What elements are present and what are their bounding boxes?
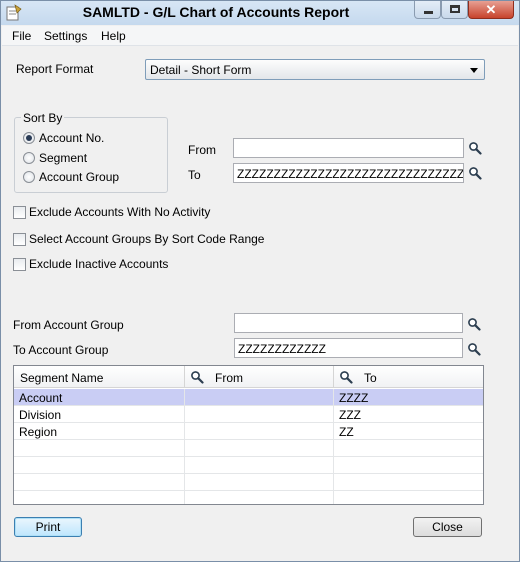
checkbox[interactable] (13, 233, 26, 246)
cell-segment-name[interactable]: Account (14, 389, 185, 406)
to-account-group-value: ZZZZZZZZZZZZ (238, 342, 326, 356)
radio-label: Account Group (39, 170, 120, 184)
radio-button[interactable] (23, 132, 35, 144)
radio-label: Segment (39, 151, 88, 165)
table-row[interactable]: Account ZZZZ (14, 389, 483, 406)
cell-from[interactable] (185, 423, 334, 440)
menu-bar: File Settings Help (2, 26, 518, 46)
column-header-label: Segment Name (20, 371, 104, 385)
table-row-empty (14, 474, 483, 491)
from-label: From (188, 143, 216, 157)
report-window: SAMLTD - G/L Chart of Accounts Report ✕ … (0, 0, 520, 562)
chevron-down-icon (470, 68, 478, 73)
menu-settings[interactable]: Settings (44, 29, 87, 43)
column-header-to[interactable]: To (334, 366, 483, 388)
maximize-button[interactable] (441, 1, 468, 19)
checkbox[interactable] (13, 258, 26, 271)
checkbox-label: Select Account Groups By Sort Code Range (29, 232, 265, 246)
cell-from[interactable] (185, 406, 334, 423)
table-row[interactable]: Division ZZZ (14, 406, 483, 423)
window-title: SAMLTD - G/L Chart of Accounts Report (82, 4, 350, 20)
close-icon: ✕ (485, 2, 497, 17)
magnifier-icon[interactable] (467, 317, 481, 331)
column-header-label: From (215, 371, 243, 385)
close-window-button[interactable]: ✕ (468, 1, 514, 19)
cell-text: ZZZZ (339, 391, 369, 405)
cell-text: ZZ (339, 425, 354, 439)
empty-cell (14, 440, 185, 457)
radio-button[interactable] (23, 152, 35, 164)
cell-text: Account (19, 391, 63, 405)
checkbox[interactable] (13, 206, 26, 219)
empty-cell (185, 474, 334, 491)
empty-cell (14, 474, 185, 491)
column-header-segment-name[interactable]: Segment Name (14, 366, 185, 388)
from-account-input[interactable] (233, 138, 464, 158)
to-account-value: ZZZZZZZZZZZZZZZZZZZZZZZZZZZZZZZZZZZZZZZZ… (237, 167, 464, 181)
magnifier-icon[interactable] (468, 141, 482, 155)
cell-text: Division (19, 408, 62, 422)
report-format-label: Report Format (16, 62, 94, 76)
table-row[interactable]: Region ZZ (14, 423, 483, 440)
magnifier-icon (340, 371, 353, 384)
checkbox-label: Exclude Accounts With No Activity (29, 205, 211, 219)
table-row-empty (14, 457, 483, 474)
table-row-empty (14, 440, 483, 457)
cell-text: ZZZ (339, 408, 361, 422)
from-account-group-label: From Account Group (13, 318, 124, 332)
magnifier-icon (191, 371, 204, 384)
magnifier-icon[interactable] (467, 342, 481, 356)
cell-from[interactable] (185, 389, 334, 406)
segment-grid[interactable]: Segment Name From To Account ZZZZ Divisi… (13, 365, 484, 505)
empty-cell (185, 457, 334, 474)
grid-header: Segment Name From To (14, 366, 483, 388)
cell-segment-name[interactable]: Region (14, 423, 185, 440)
to-account-group-label: To Account Group (13, 343, 109, 357)
title-bar[interactable]: SAMLTD - G/L Chart of Accounts Report ✕ (1, 1, 519, 25)
cell-segment-name[interactable]: Division (14, 406, 185, 423)
magnifier-icon[interactable] (468, 166, 482, 180)
minimize-icon (424, 11, 433, 14)
minimize-button[interactable] (414, 1, 441, 19)
cell-to[interactable]: ZZ (334, 423, 483, 440)
cell-to[interactable]: ZZZZ (334, 389, 483, 406)
print-button[interactable]: Print (14, 517, 82, 537)
menu-help[interactable]: Help (101, 29, 126, 43)
to-label: To (188, 168, 201, 182)
column-header-from[interactable]: From (185, 366, 334, 388)
cell-to[interactable]: ZZZ (334, 406, 483, 423)
menu-file[interactable]: File (12, 29, 31, 43)
empty-cell (185, 440, 334, 457)
close-button[interactable]: Close (413, 517, 482, 537)
empty-cell (14, 491, 185, 504)
sort-by-legend: Sort By (21, 111, 65, 125)
report-format-select[interactable]: Detail - Short Form (145, 59, 485, 80)
cell-text: Region (19, 425, 58, 439)
radio-button[interactable] (23, 171, 35, 183)
table-row-empty (14, 491, 483, 504)
maximize-icon (450, 5, 460, 13)
from-account-group-input[interactable] (234, 313, 463, 333)
radio-label: Account No. (39, 131, 105, 145)
column-header-label: To (364, 371, 377, 385)
to-account-input[interactable]: ZZZZZZZZZZZZZZZZZZZZZZZZZZZZZZZZZZZZZZZZ… (233, 163, 464, 183)
checkbox-label: Exclude Inactive Accounts (29, 257, 169, 271)
empty-cell (185, 491, 334, 504)
empty-cell (14, 457, 185, 474)
to-account-group-input[interactable]: ZZZZZZZZZZZZ (234, 338, 463, 358)
report-format-value: Detail - Short Form (150, 63, 252, 77)
